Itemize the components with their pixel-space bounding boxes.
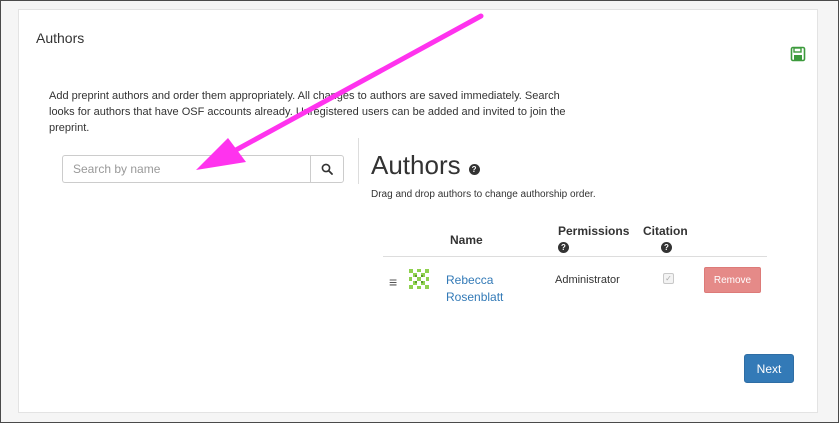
- next-button[interactable]: Next: [744, 354, 794, 383]
- permissions-help-icon[interactable]: ?: [558, 242, 569, 253]
- intro-text: Add preprint authors and order them appr…: [49, 90, 566, 134]
- permission-value[interactable]: Administrator: [555, 274, 620, 286]
- help-icon[interactable]: ?: [468, 164, 480, 175]
- section-divider: [358, 138, 359, 184]
- column-header-citation: Citation: [643, 224, 688, 238]
- author-row[interactable]: ≡ Rebecca Rosenblatt Administrator ✓ Rem…: [383, 257, 767, 307]
- author-search: [62, 155, 344, 183]
- citation-help-icon[interactable]: ?: [661, 242, 672, 253]
- column-header-name: Name: [450, 233, 483, 247]
- column-header-permissions: Permissions: [558, 224, 630, 238]
- remove-author-button[interactable]: Remove: [704, 267, 761, 293]
- search-button[interactable]: [310, 155, 344, 183]
- avatar: [409, 269, 429, 289]
- save-icon[interactable]: [790, 46, 806, 62]
- drag-hint: Drag and drop authors to change authorsh…: [371, 189, 596, 200]
- authors-heading-text: Authors: [371, 150, 461, 180]
- search-icon: [321, 163, 333, 175]
- authors-panel: [18, 9, 818, 413]
- drag-handle-icon[interactable]: ≡: [389, 274, 397, 290]
- authors-heading: Authors ?: [371, 150, 480, 181]
- citation-checkbox[interactable]: ✓: [663, 273, 674, 284]
- author-name-link[interactable]: Rebecca Rosenblatt: [446, 272, 526, 306]
- search-input[interactable]: [62, 155, 311, 183]
- panel-title: Authors: [36, 30, 85, 46]
